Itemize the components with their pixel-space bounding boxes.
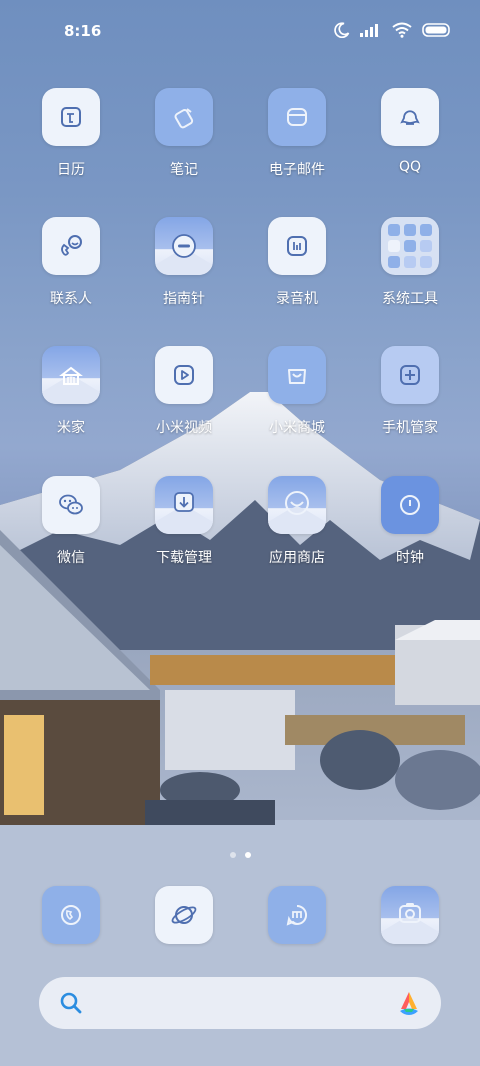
note-icon: [155, 88, 213, 146]
wifi-icon: [392, 22, 412, 38]
app-notes[interactable]: 笔记: [134, 88, 234, 179]
dock-camera[interactable]: [360, 886, 460, 944]
page-indicator: [0, 852, 480, 858]
security-icon: [381, 346, 439, 404]
dock-phone[interactable]: [21, 886, 121, 944]
app-recorder[interactable]: 录音机: [247, 217, 347, 308]
app-qq[interactable]: QQ: [360, 88, 460, 175]
app-label: 指南针: [163, 291, 205, 307]
app-label: 录音机: [276, 291, 318, 307]
app-label: 小米商城: [269, 420, 325, 436]
app-label: 日历: [57, 162, 85, 178]
camera-icon: [381, 886, 439, 944]
calendar-icon: [42, 88, 100, 146]
app-label: QQ: [398, 159, 422, 175]
app-system-tools-folder[interactable]: 系统工具: [360, 217, 460, 308]
page-dot-active: [244, 852, 251, 858]
video-icon: [155, 346, 213, 404]
status-bar: 8:16: [0, 0, 480, 62]
app-label: 下载管理: [156, 550, 212, 566]
search-icon: [59, 991, 83, 1015]
moon-icon: [334, 22, 350, 38]
browser-icon: [155, 886, 213, 944]
app-store-icon: [268, 476, 326, 534]
app-label: 米家: [57, 420, 85, 436]
clock-icon: [381, 476, 439, 534]
wechat-icon: [42, 476, 100, 534]
app-contacts[interactable]: 联系人: [21, 217, 121, 308]
app-label: 微信: [57, 550, 85, 566]
mijia-icon: [42, 346, 100, 404]
messages-icon: [268, 886, 326, 944]
dock-messages[interactable]: [247, 886, 347, 944]
app-calendar[interactable]: 日历: [21, 88, 121, 179]
app-mijia[interactable]: 米家: [21, 346, 121, 437]
app-app-store[interactable]: 应用商店: [247, 476, 347, 567]
battery-icon: [422, 23, 452, 37]
app-label: 小米视频: [156, 420, 212, 436]
app-wechat[interactable]: 微信: [21, 476, 121, 567]
app-label: 时钟: [396, 550, 424, 566]
compass-icon: [155, 217, 213, 275]
signal-icon: [360, 23, 382, 37]
app-clock[interactable]: 时钟: [360, 476, 460, 567]
app-security[interactable]: 手机管家: [360, 346, 460, 437]
app-label: 电子邮件: [269, 162, 325, 178]
app-label: 系统工具: [382, 291, 438, 307]
qq-icon: [381, 88, 439, 146]
app-label: 应用商店: [269, 550, 325, 566]
app-mi-store[interactable]: 小米商城: [247, 346, 347, 437]
recorder-icon: [268, 217, 326, 275]
shop-icon: [268, 346, 326, 404]
contacts-icon: [42, 217, 100, 275]
app-compass[interactable]: 指南针: [134, 217, 234, 308]
assistant-logo-icon[interactable]: [395, 989, 423, 1017]
page-dot: [229, 852, 236, 858]
app-mi-video[interactable]: 小米视频: [134, 346, 234, 437]
app-label: 联系人: [50, 291, 92, 307]
system-tools-folder-icon: [381, 217, 439, 275]
phone-icon: [42, 886, 100, 944]
app-email[interactable]: 电子邮件: [247, 88, 347, 179]
status-time: 8:16: [64, 22, 102, 40]
app-label: 手机管家: [382, 420, 438, 436]
search-bar[interactable]: [39, 977, 441, 1029]
app-downloads[interactable]: 下载管理: [134, 476, 234, 567]
dock-browser[interactable]: [134, 886, 234, 944]
mail-icon: [268, 88, 326, 146]
app-label: 笔记: [170, 162, 198, 178]
download-icon: [155, 476, 213, 534]
